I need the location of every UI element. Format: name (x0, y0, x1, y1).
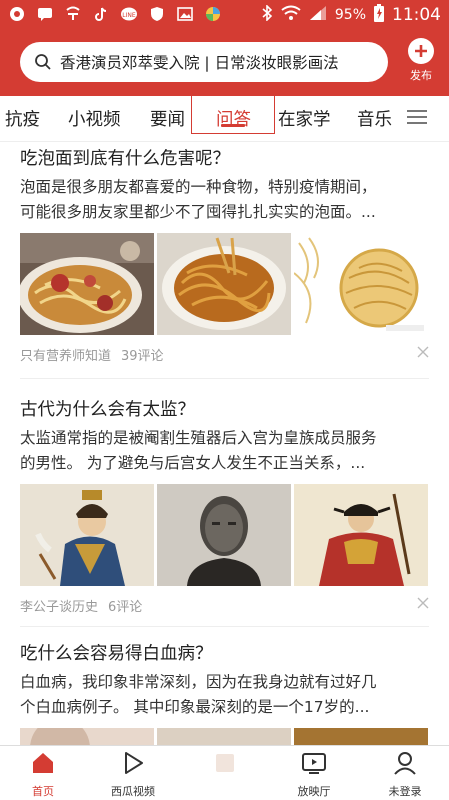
card-excerpt[interactable]: 太监通常指的是被阉割生殖器后入宫为皇族成员服务 的男性。 为了避免与后宫女人发生… (20, 426, 429, 476)
eunuch-illustration-image (20, 484, 154, 586)
nav-profile[interactable]: 未登录 (375, 750, 435, 799)
dry-noodle-cake-image (294, 233, 428, 335)
fried-noodles-image (157, 233, 291, 335)
clock: 11:04 (392, 5, 441, 25)
excerpt-line: 太监通常指的是被阉割生殖器后入宫为皇族成员服务 (20, 429, 377, 447)
gallery-icon (176, 5, 194, 23)
system-indicators: 95% 11:04 (261, 4, 441, 26)
close-icon[interactable] (417, 346, 429, 358)
bottom-nav: 首页 西瓜视频 放映厅 未登录 (0, 745, 449, 800)
author-name[interactable]: 李公子谈历史 (20, 596, 98, 615)
publish-button[interactable]: 发布 (403, 38, 439, 83)
nav-cinema[interactable]: 放映厅 (284, 750, 344, 799)
card-image (157, 728, 291, 745)
card-image (294, 728, 428, 745)
menu-icon[interactable] (407, 110, 427, 124)
feed-card[interactable]: 古代为什么会有太监？ 太监通常指的是被阉割生殖器后入宫为皇族成员服务 的男性。 … (20, 398, 429, 615)
tab-short-video[interactable]: 小视频 (68, 106, 121, 131)
tiktok-icon (92, 5, 110, 23)
card-meta: 只有营养师知道 39评论 (20, 345, 429, 364)
nav-xigua-video[interactable]: 西瓜视频 (103, 750, 163, 799)
excerpt-line: 个白血病例子。 其中印象最深刻的是一个17岁的... (20, 698, 370, 716)
tv-icon (302, 753, 326, 774)
author-name[interactable]: 只有营养师知道 (20, 345, 111, 364)
task-icon (216, 754, 234, 772)
feed-divider (20, 378, 429, 379)
bluetooth-icon (261, 4, 273, 25)
tab-learn-at-home[interactable]: 在家学 (278, 106, 331, 131)
shield-icon (148, 5, 166, 23)
svg-text:LINE: LINE (122, 12, 136, 19)
card-images[interactable] (20, 233, 429, 335)
card-title[interactable]: 古代为什么会有太监？ (20, 398, 429, 422)
plus-icon (408, 38, 434, 64)
search-bar[interactable]: 香港演员邓萃雯入院 | 日常淡妆眼影画法 (20, 42, 388, 82)
nav-label: 未登录 (388, 785, 422, 798)
search-suggestion[interactable]: 香港演员邓萃雯入院 | 日常淡妆眼影画法 (60, 51, 339, 73)
comment-count: 39评论 (121, 349, 164, 364)
excerpt-line: 的男性。 为了避免与后宫女人发生不正当关系，... (20, 454, 366, 472)
search-icon (35, 54, 51, 70)
card-images[interactable] (20, 484, 429, 586)
card-title[interactable]: 吃什么会容易得白血病？ (20, 642, 429, 666)
card-excerpt[interactable]: 白血病，我印象非常深刻，因为在我身边就有过好几 个白血病例子。 其中印象最深刻的… (20, 670, 429, 720)
excerpt-line: 可能很多朋友家里都少不了囤得扎扎实实的泡面。... (20, 203, 376, 221)
nav-task[interactable] (195, 750, 255, 783)
battery-icon (374, 4, 384, 26)
nav-home[interactable]: 首页 (13, 750, 73, 799)
status-bar: LINE 95% 11:04 (0, 0, 449, 30)
nav-label: 放映厅 (297, 785, 331, 798)
notification-icons: LINE (8, 5, 222, 23)
active-tab-highlight (191, 94, 275, 134)
feed-card[interactable]: 吃泡面到底有什么危害呢？ 泡面是很多朋友都喜爱的一种食物，特别疫情期间， 可能很… (20, 147, 429, 364)
excerpt-line: 泡面是很多朋友都喜爱的一种食物，特别疫情期间， (20, 178, 377, 196)
publish-label: 发布 (410, 69, 432, 82)
tab-music[interactable]: 音乐 (357, 106, 397, 131)
face-icon (64, 5, 82, 23)
home-icon (33, 753, 53, 773)
app-icon (8, 5, 26, 23)
wifi-icon (281, 5, 301, 25)
person-icon (394, 752, 416, 775)
card-title[interactable]: 吃泡面到底有什么危害呢？ (20, 147, 429, 171)
colorful-app-icon (204, 5, 222, 23)
card-image (20, 728, 154, 745)
noodle-soup-image (20, 233, 154, 335)
battery-percent: 95% (334, 7, 366, 23)
tab-kangyi[interactable]: 抗疫 (5, 106, 40, 131)
feed-divider (20, 626, 429, 627)
active-tab-indicator (221, 124, 245, 127)
feed-card[interactable]: 吃什么会容易得白血病？ 白血病，我印象非常深刻，因为在我身边就有过好几 个白血病… (20, 642, 429, 745)
play-icon (125, 752, 143, 774)
card-images[interactable] (20, 728, 429, 745)
nav-label: 西瓜视频 (111, 785, 155, 798)
tab-news[interactable]: 要闻 (150, 106, 185, 131)
official-costume-image (294, 484, 428, 586)
nav-label: 首页 (32, 785, 54, 798)
top-header: 香港演员邓萃雯入院 | 日常淡妆眼影画法 发布 (0, 30, 449, 96)
feed-list: 吃泡面到底有什么危害呢？ 泡面是很多朋友都喜爱的一种食物，特别疫情期间， 可能很… (0, 142, 449, 745)
card-excerpt[interactable]: 泡面是很多朋友都喜爱的一种食物，特别疫情期间， 可能很多朋友家里都少不了囤得扎扎… (20, 175, 429, 225)
close-icon[interactable] (417, 597, 429, 609)
excerpt-line: 白血病，我印象非常深刻，因为在我身边就有过好几 (20, 673, 377, 691)
chat-icon (36, 5, 54, 23)
comment-count: 6评论 (108, 600, 143, 615)
old-portrait-image (157, 484, 291, 586)
line-icon: LINE (120, 5, 138, 23)
card-meta: 李公子谈历史 6评论 (20, 596, 429, 615)
signal-icon (309, 5, 327, 25)
